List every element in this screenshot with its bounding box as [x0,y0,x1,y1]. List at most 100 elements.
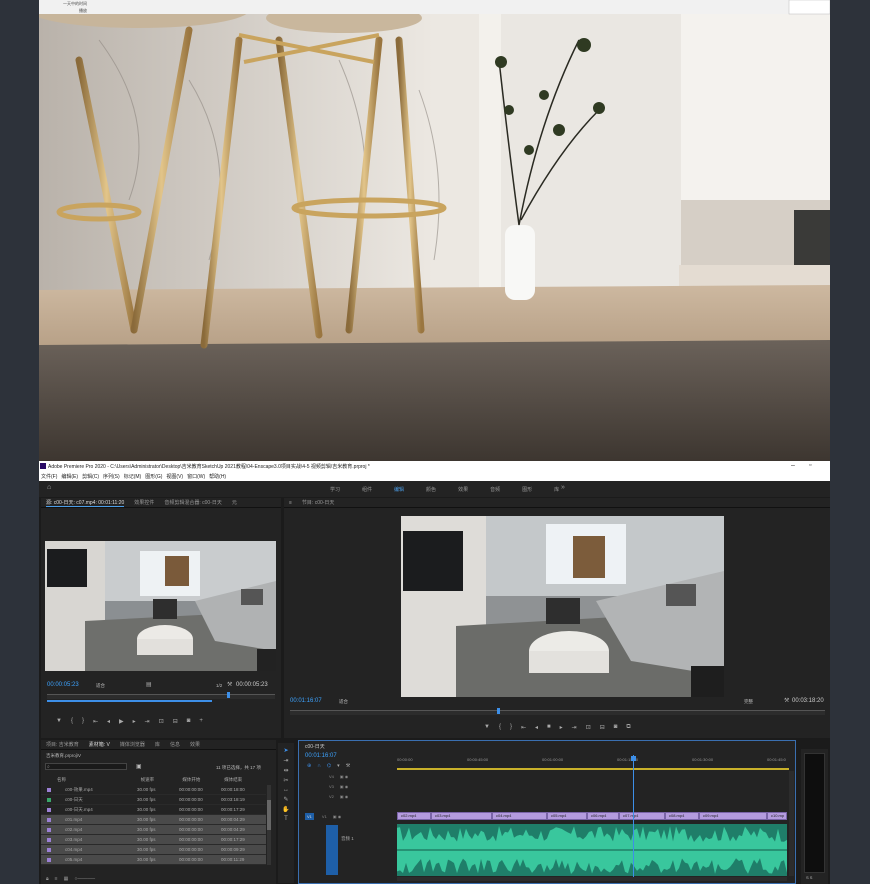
source-tab-1[interactable]: 效果控件 [134,499,154,506]
workspace-tab-3[interactable]: 颜色 [426,486,436,493]
new-bin-icon[interactable]: ▣ [136,763,142,770]
program-quality-select[interactable]: 完整 [744,699,753,705]
camera-icon[interactable]: ◙ [614,724,618,731]
source-patch-v1[interactable]: V1 [305,812,314,820]
step-fwd-icon[interactable]: ▸ [133,718,136,725]
project-tab-3[interactable]: 库 [155,741,160,748]
wrench-icon-program[interactable]: ⚒ [784,697,789,704]
project-scroll-thumb[interactable] [267,800,271,830]
video-clip[interactable]: c10.mp [767,812,787,820]
project-row[interactable]: c00-效果.mp4 30.00 fps 00:00:00:00 00:00:18:0… [41,785,266,795]
list-view-icon[interactable]: ≡ [55,876,58,882]
add-icon[interactable]: + [199,718,203,725]
program-fit-select[interactable]: 适合 [339,699,348,705]
source-scale-select[interactable]: 1/2 [216,683,222,688]
time-ruler[interactable]: 00:00:00 00:00:45:00 00:01:00:00 00:01:15:0… [397,755,789,769]
workspace-tab-5[interactable]: 音频 [490,486,500,493]
wrench-icon-timeline[interactable]: ⚒ [346,763,350,769]
a1-audio-clip[interactable] [397,824,787,876]
source-playhead[interactable] [227,692,230,698]
video-clip[interactable]: c08.mp4 [665,812,699,820]
workspace-tab-6[interactable]: 图形 [522,486,532,493]
v1-track[interactable]: c02.mp4 c03.mp4 c04.mp4 c05.mp4 c06.mp4 c07.m… [397,812,789,821]
stop-icon[interactable]: ■ [547,724,551,731]
icon-view-icon[interactable]: ▦ [64,876,69,882]
timeline-playhead[interactable] [633,755,634,877]
more-workspaces-icon[interactable]: » [561,484,565,491]
project-tab-4[interactable]: 信息 [170,741,180,748]
track-select-icon[interactable]: ⇥ [283,757,288,764]
source-tab-3[interactable]: 元 [232,499,237,506]
settings-icon[interactable]: ▤ [146,681,152,688]
source-fit-select[interactable]: 适合 [96,683,105,689]
menu-item-6[interactable]: 视图(V) [166,473,183,480]
project-row[interactable]: c03.mp4 30.00 fps 00:00:00:00 00:00:17:29 [41,835,266,845]
col-fps[interactable]: 帧速率 [141,777,183,783]
overwrite-icon[interactable]: ⊟ [173,718,178,725]
insert-icon[interactable]: ⊡ [159,718,164,725]
workspace-tab-4[interactable]: 效果 [458,486,468,493]
video-clip[interactable]: c06.mp4 [587,812,619,820]
camera-icon[interactable]: ◙ [187,718,191,725]
timeline-timecode[interactable]: 00:01:16:07 [305,753,337,759]
source-tab-2[interactable]: 音频剪辑混合器: c00-日天 [164,499,222,506]
workspace-tab-2[interactable]: 编辑 [394,486,404,493]
workspace-tab-7[interactable]: 库 [554,486,559,493]
workspace-tab-0[interactable]: 学习 [330,486,340,493]
mark-in-icon[interactable]: ▼ [56,718,62,725]
program-tab[interactable]: 节目: c00-日天 [302,499,335,506]
source-timecode[interactable]: 00:00:05:23 [47,682,79,688]
nest-icon[interactable]: ⊕ [307,763,311,769]
marker-icon[interactable]: ▾ [337,763,340,769]
project-row[interactable]: c00-日天 30.00 fps 00:00:00:00 00:03:18:19 [41,795,266,805]
program-playhead[interactable] [497,708,500,714]
project-tab-0[interactable]: 项目: 吉米教育 [46,741,79,748]
playhead-handle[interactable] [631,756,636,761]
ripple-edit-icon[interactable]: ⇹ [283,767,288,774]
col-start[interactable]: 媒体开始 [182,777,224,783]
menu-item-1[interactable]: 编辑(E) [61,473,78,480]
project-row[interactable]: c00-日天.mp4 30.00 fps 00:00:00:00 00:00:17:2… [41,805,266,815]
mark-in-icon[interactable]: ▼ [484,724,490,731]
step-back-icon[interactable]: ◂ [535,724,538,731]
brace-in-icon[interactable]: { [71,718,73,725]
wrench-icon[interactable]: ⚒ [227,681,232,688]
video-clip[interactable]: c09.mp4 [699,812,767,820]
brace-out-icon[interactable]: } [510,724,512,731]
project-tab-1[interactable]: 素材箱: V [89,741,110,748]
project-row[interactable]: c02.mp4 30.00 fps 00:00:00:00 00:00:04:29 [41,825,266,835]
goto-out-icon[interactable]: ⇥ [572,724,577,731]
link-icon[interactable]: ⌬ [327,763,331,769]
video-clip[interactable]: c03.mp4 [431,812,492,820]
menu-item-3[interactable]: 序列(S) [103,473,120,480]
project-scrollbar[interactable] [267,785,271,865]
menu-item-8[interactable]: 帮助(H) [209,473,226,480]
selection-tool-icon[interactable]: ➤ [283,747,288,754]
video-clip[interactable]: c07.mp4 [619,812,665,820]
brace-in-icon[interactable]: { [499,724,501,731]
menu-item-4[interactable]: 标记(M) [124,473,142,480]
home-icon[interactable]: ⌂ [47,484,51,491]
workspace-tab-1[interactable]: 组件 [362,486,372,493]
timeline-scrollbar[interactable] [789,771,794,876]
col-end[interactable]: 媒体结束 [224,777,266,783]
lift-icon[interactable]: ⊡ [586,724,591,731]
program-timecode[interactable]: 00:01:16:07 [290,698,322,704]
menu-item-5[interactable]: 图形(G) [145,473,162,480]
program-scrubber[interactable] [290,708,825,715]
a1-target[interactable] [326,825,338,875]
solo-buttons[interactable]: S S [806,875,812,880]
menu-item-0[interactable]: 文件(F) [41,473,57,480]
video-clip[interactable]: c05.mp4 [547,812,587,820]
hand-icon[interactable]: ✋ [282,806,289,813]
goto-in-icon[interactable]: ⇤ [521,724,526,731]
source-scrubber[interactable] [47,692,275,699]
source-tab-0[interactable]: 源: c00-日天: c07.mp4: 00:01:11:20 [46,499,125,507]
timeline-zoom-bar[interactable] [397,877,787,881]
video-clip[interactable]: c04.mp4 [492,812,547,820]
project-search-input[interactable]: ⌕ [45,763,127,770]
pen-icon[interactable]: ✎ [283,796,288,803]
extract-icon[interactable]: ⊟ [600,724,605,731]
project-row[interactable]: c04.mp4 30.00 fps 00:00:00:00 00:00:09:29 [41,845,266,855]
step-fwd-icon[interactable]: ▸ [560,724,563,731]
